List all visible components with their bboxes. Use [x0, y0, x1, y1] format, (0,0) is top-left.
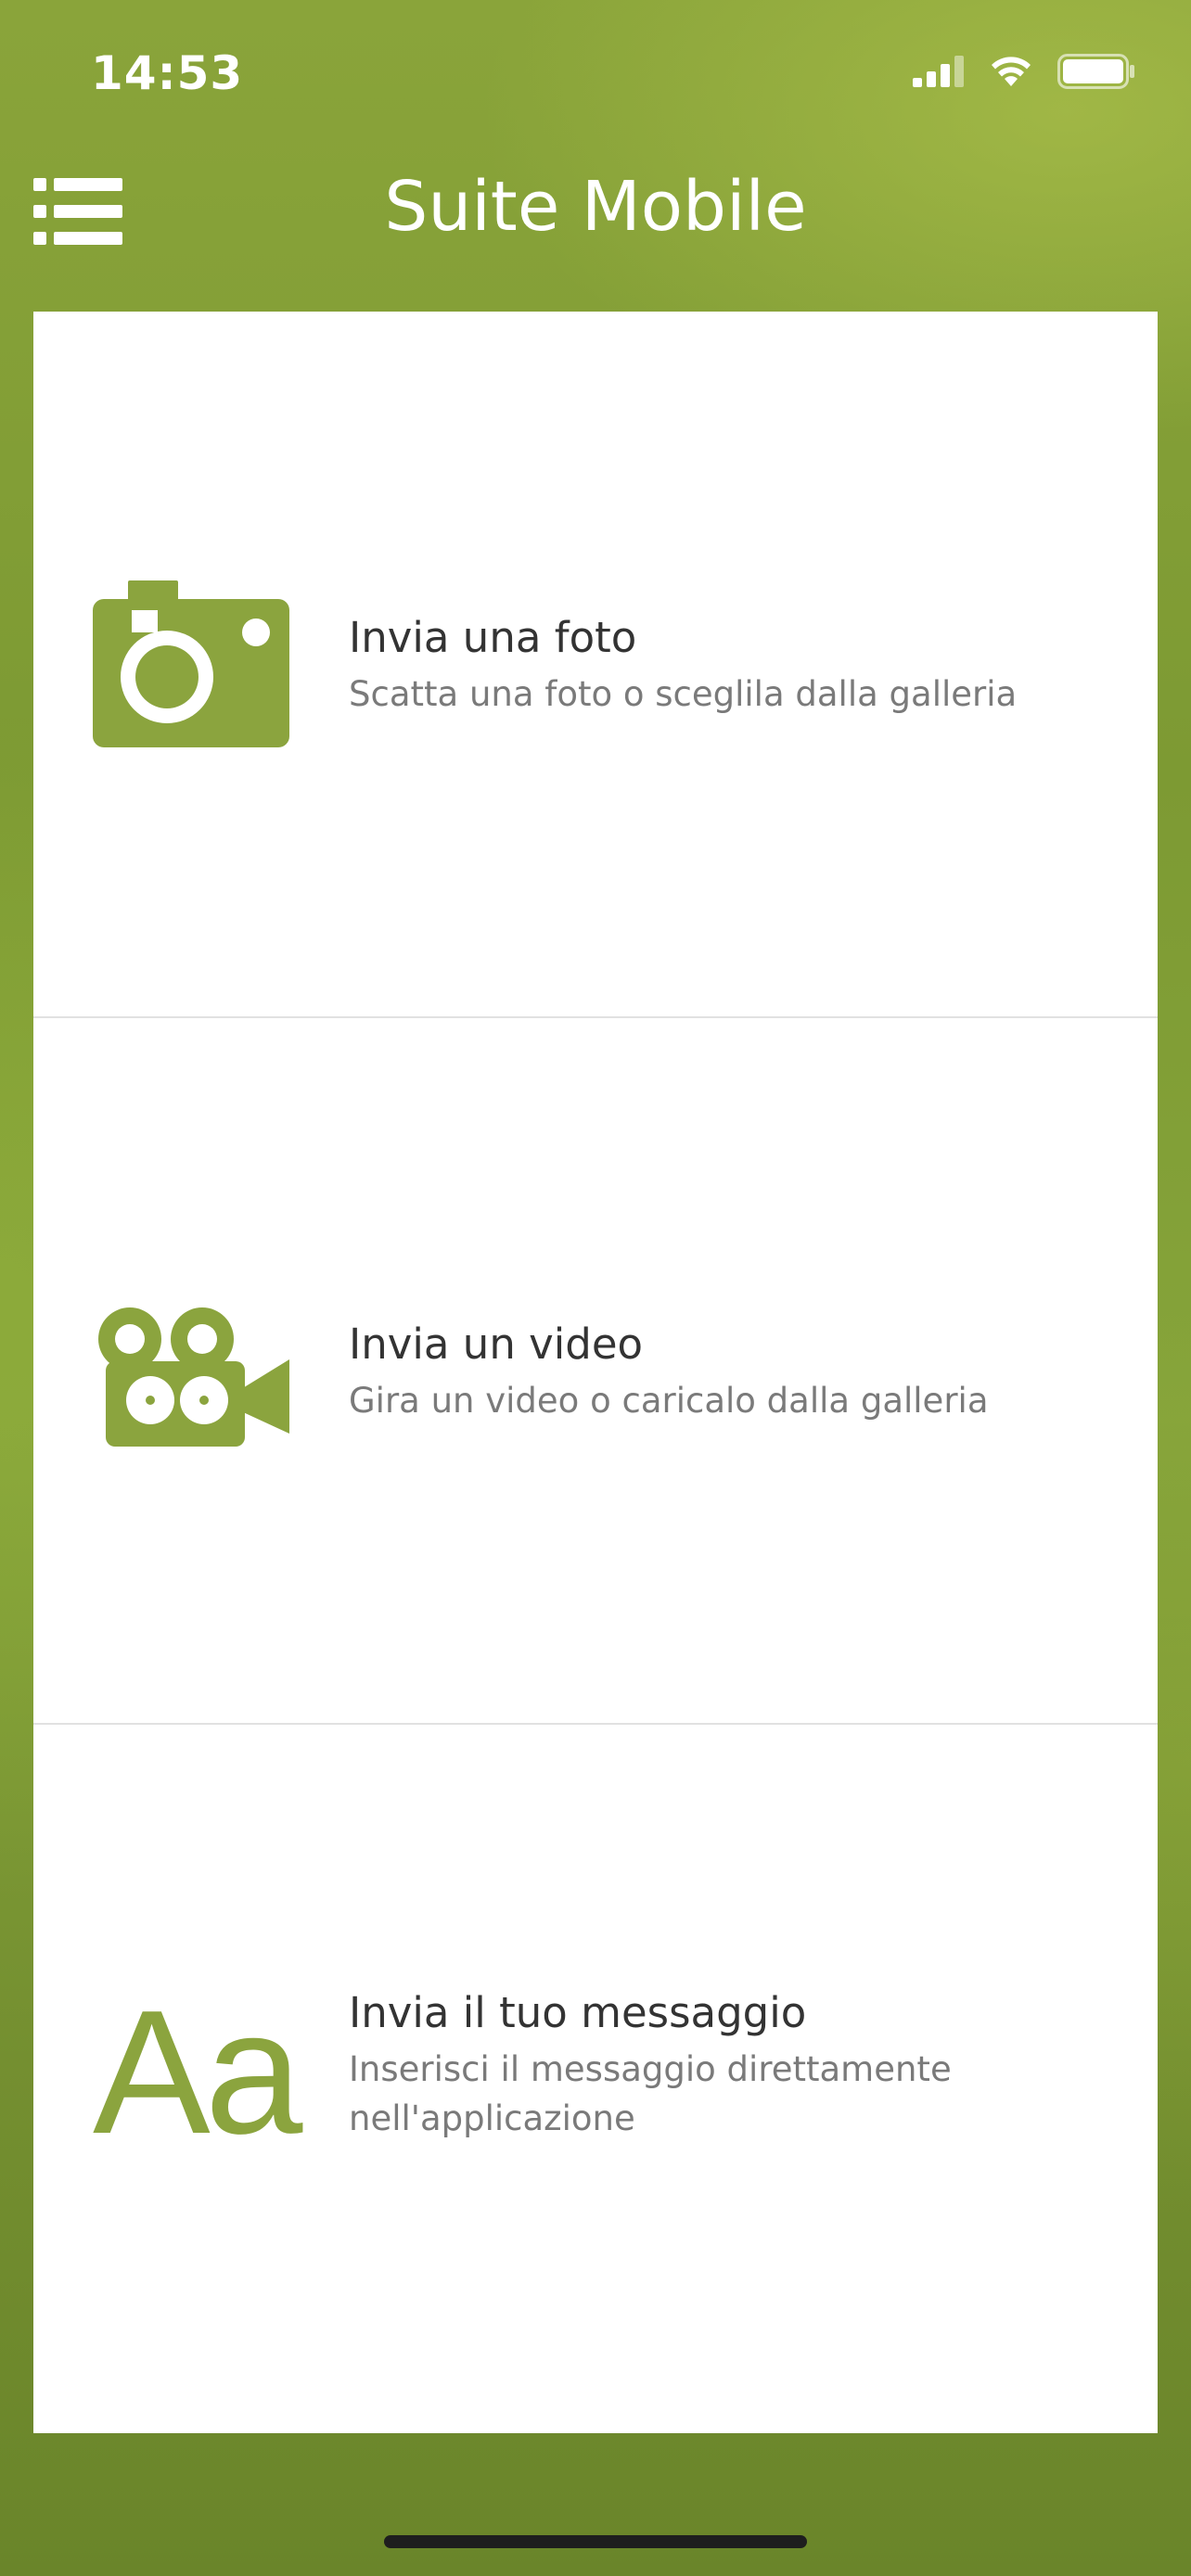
send-video-option[interactable]: Invia un video Gira un video o caricalo … — [33, 1018, 1158, 1725]
send-photo-option[interactable]: Invia una foto Scatta una foto o sceglil… — [33, 312, 1158, 1018]
wifi-icon — [992, 57, 1031, 86]
status-time: 14:53 — [91, 46, 244, 100]
option-subtitle: Gira un video o caricalo dalla galleria — [349, 1381, 989, 1421]
home-indicator[interactable] — [384, 2535, 807, 2548]
status-bar: 14:53 — [0, 0, 1191, 148]
cellular-signal-icon — [913, 56, 964, 87]
option-title: Invia una foto — [349, 613, 637, 662]
send-video-text: Invia un video Gira un video o caricalo … — [349, 1319, 1109, 1425]
status-icons — [913, 54, 1135, 89]
options-card: Invia una foto Scatta una foto o sceglil… — [33, 312, 1158, 2433]
camera-icon — [93, 580, 289, 747]
page-title: Suite Mobile — [384, 167, 807, 247]
send-message-option[interactable]: Aa Invia il tuo messaggio Inserisci il m… — [33, 1725, 1158, 2433]
send-message-text: Invia il tuo messaggio Inserisci il mess… — [349, 1987, 1109, 2143]
video-camera-icon — [98, 1307, 289, 1447]
send-photo-text: Invia una foto Scatta una foto o sceglil… — [349, 612, 1109, 719]
option-title: Invia il tuo messaggio — [349, 1988, 807, 2037]
option-title: Invia un video — [349, 1320, 644, 1369]
battery-icon — [1057, 54, 1134, 89]
option-subtitle: Inserisci il messaggio direttamente nell… — [349, 2049, 952, 2138]
option-subtitle: Scatta una foto o sceglila dalla galleri… — [349, 674, 1018, 714]
navigation-bar: Suite Mobile — [0, 158, 1191, 278]
text-aa-icon: Aa — [93, 1974, 302, 2171]
